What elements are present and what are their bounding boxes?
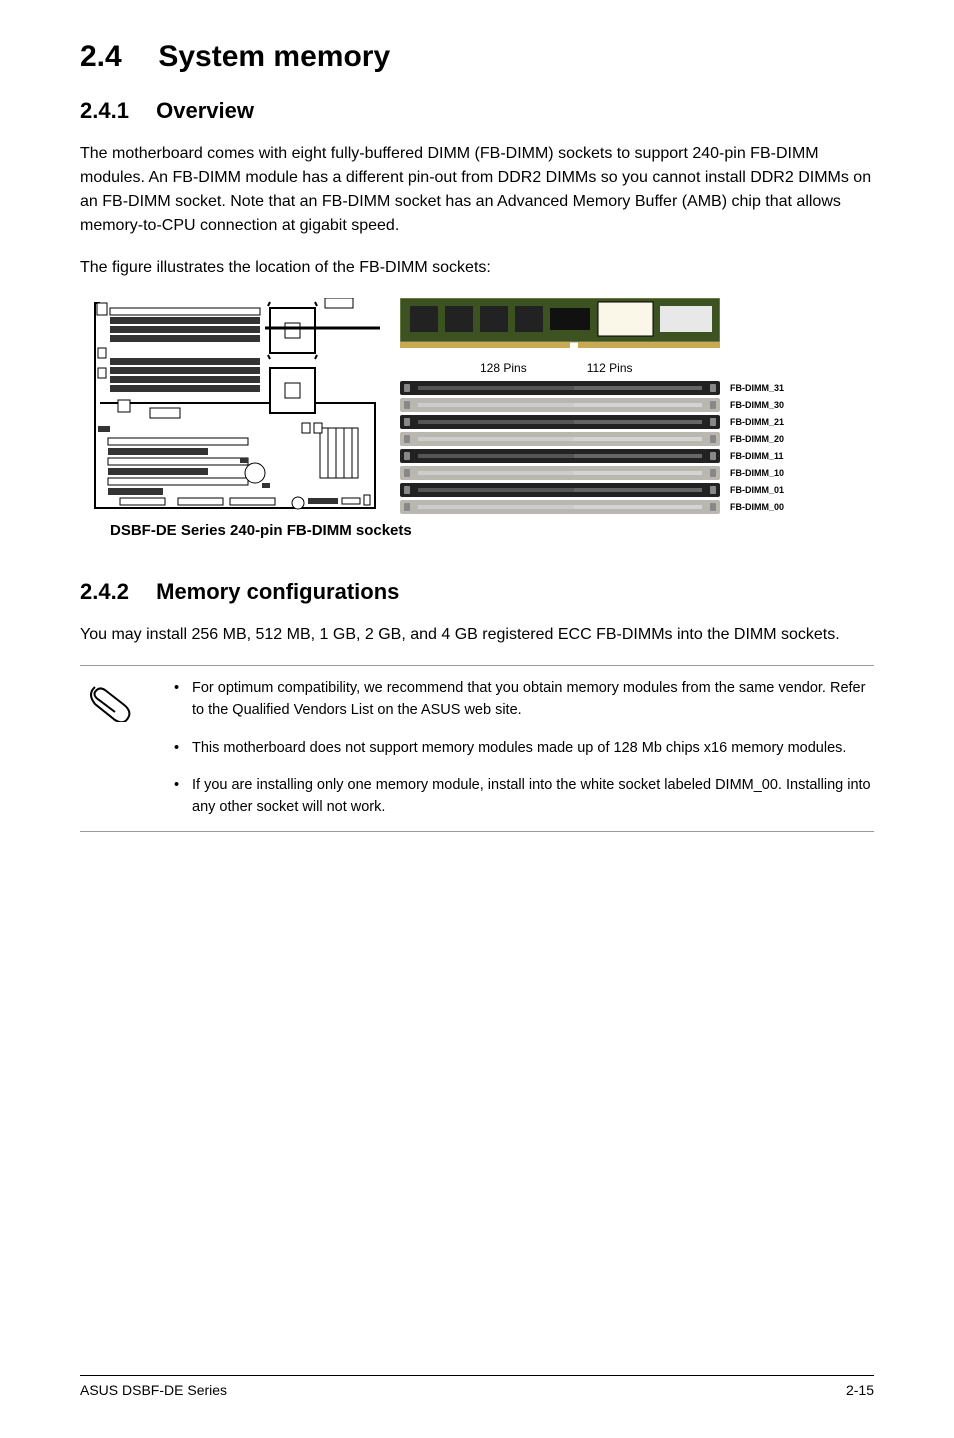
- pins-label-1: 128 Pins: [480, 361, 527, 375]
- slot-row: FB-DIMM_31: [400, 381, 874, 395]
- footer-right: 2-15: [846, 1382, 874, 1398]
- paperclip-icon: [85, 682, 135, 722]
- slot-row: FB-DIMM_01: [400, 483, 874, 497]
- dimm-slots-list: FB-DIMM_31 FB-DIMM_30 FB-DIMM_21 FB-DIMM…: [400, 381, 874, 514]
- dimm-slot-bar: [400, 500, 720, 514]
- motherboard-diagram: [80, 298, 380, 518]
- slot-label: FB-DIMM_00: [730, 502, 784, 512]
- fb-dimm-module-image: [400, 298, 874, 353]
- note-list: For optimum compatibility, we recommend …: [170, 678, 874, 819]
- slot-row: FB-DIMM_30: [400, 398, 874, 412]
- slot-row: FB-DIMM_20: [400, 432, 874, 446]
- slot-label: FB-DIMM_11: [730, 451, 784, 461]
- dimm-slot-bar: [400, 415, 720, 429]
- subsection-title-text: Overview: [156, 98, 254, 123]
- dimm-side-diagram: 128 Pins 112 Pins FB-DIMM_31 FB-DIMM_30 …: [400, 298, 874, 514]
- figure-container: 128 Pins 112 Pins FB-DIMM_31 FB-DIMM_30 …: [80, 298, 874, 518]
- subsection-heading: 2.4.2 Memory configurations: [80, 579, 874, 605]
- pins-labels: 128 Pins 112 Pins: [400, 361, 874, 375]
- page-footer: ASUS DSBF-DE Series 2-15: [80, 1375, 874, 1398]
- dimm-slot-bar: [400, 432, 720, 446]
- dimm-slot-bar: [400, 466, 720, 480]
- slot-label: FB-DIMM_20: [730, 434, 784, 444]
- figure-caption: DSBF-DE Series 240-pin FB-DIMM sockets: [110, 522, 874, 539]
- note-icon-container: [80, 678, 140, 819]
- slot-row: FB-DIMM_11: [400, 449, 874, 463]
- overview-paragraph-1: The motherboard comes with eight fully-b…: [80, 142, 874, 238]
- subsection-heading: 2.4.1 Overview: [80, 98, 874, 124]
- note-block: For optimum compatibility, we recommend …: [80, 665, 874, 832]
- subsection-title-text: Memory configurations: [156, 579, 399, 604]
- subsection-number: 2.4.2: [80, 579, 150, 605]
- section-heading: 2.4 System memory: [80, 40, 874, 74]
- slot-row: FB-DIMM_10: [400, 466, 874, 480]
- slot-label: FB-DIMM_21: [730, 417, 784, 427]
- slot-label: FB-DIMM_31: [730, 383, 784, 393]
- note-item: If you are installing only one memory mo…: [170, 775, 874, 819]
- dimm-slot-bar: [400, 449, 720, 463]
- slot-row: FB-DIMM_21: [400, 415, 874, 429]
- slot-label: FB-DIMM_01: [730, 485, 784, 495]
- slot-label: FB-DIMM_10: [730, 468, 784, 478]
- slot-row: FB-DIMM_00: [400, 500, 874, 514]
- subsection-number: 2.4.1: [80, 98, 150, 124]
- dimm-slot-bar: [400, 398, 720, 412]
- note-item: For optimum compatibility, we recommend …: [170, 678, 874, 722]
- dimm-slot-bar: [400, 381, 720, 395]
- overview-paragraph-2: The figure illustrates the location of t…: [80, 256, 874, 280]
- section-title-text: System memory: [158, 40, 390, 73]
- note-item: This motherboard does not support memory…: [170, 738, 874, 760]
- footer-left: ASUS DSBF-DE Series: [80, 1382, 227, 1398]
- section-number: 2.4: [80, 40, 150, 74]
- pins-label-2: 112 Pins: [587, 361, 633, 375]
- memconfig-paragraph: You may install 256 MB, 512 MB, 1 GB, 2 …: [80, 623, 874, 647]
- slot-label: FB-DIMM_30: [730, 400, 784, 410]
- dimm-slot-bar: [400, 483, 720, 497]
